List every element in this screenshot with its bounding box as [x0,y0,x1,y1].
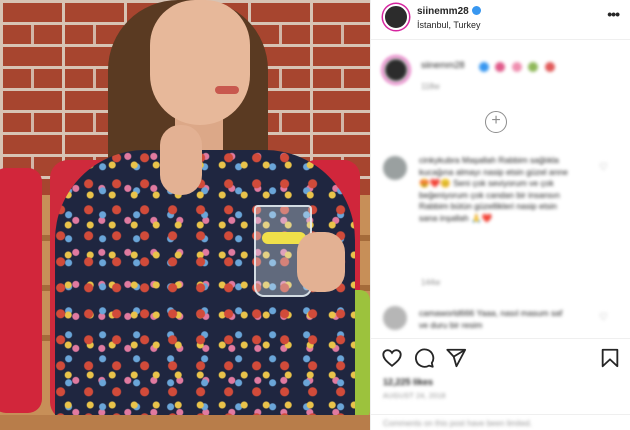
small-heart-icon[interactable]: ♡ [599,162,608,173]
emoji-icon [528,62,539,72]
caption-username[interactable]: siinemm28 [421,60,465,70]
comment-text: cinkykubra Maşallah Rabbim sağlıkla kuca… [419,155,568,223]
username-row[interactable]: siinemm28 [417,6,481,17]
woman-face [150,0,250,125]
comments-limited-notice: Comments on this post have been limited. [383,419,532,428]
username-link[interactable]: siinemm28 [417,6,469,17]
comment-avatar[interactable] [383,156,407,180]
more-options-icon[interactable]: ••• [607,6,620,22]
comment-text: camaworld666 Yaaa, nasıl masum saf ve du… [419,308,563,330]
paper-plane-icon[interactable] [445,347,467,369]
hand-holding-glass [297,232,345,292]
post-date: AUGUST 24, 2018 [383,393,446,400]
post-photo[interactable] [0,0,370,430]
red-cushion [0,168,42,413]
small-heart-icon[interactable]: ♡ [599,312,608,323]
verified-badge-icon [471,6,481,15]
caption-time: 118w [421,82,440,91]
comment-avatar[interactable] [383,306,407,330]
comment-bar: Comments on this post have been limited. [371,414,630,430]
emoji-icon [544,62,555,72]
table-edge [0,415,370,430]
bookmark-icon[interactable] [599,347,621,369]
location-link[interactable]: İstanbul, Turkey [417,20,481,30]
likes-count[interactable]: 12,225 likes [383,377,433,387]
emoji-icon [495,62,506,72]
heart-icon[interactable] [381,347,403,369]
post-header: siinemm28 İstanbul, Turkey ••• [371,0,630,40]
comment-time: 144w [421,278,441,287]
emoji-icon [511,62,522,72]
avatar[interactable] [383,4,409,30]
caption-avatar[interactable] [383,57,409,83]
action-bar: 12,225 likes AUGUST 24, 2018 Comments on… [371,338,630,430]
comment-icon[interactable] [413,347,435,369]
raised-hand [160,125,202,195]
post-side-panel: siinemm28 İstanbul, Turkey ••• siinemm28… [370,0,630,430]
plus-circle-icon[interactable]: + [485,111,507,133]
caption-emoji [479,59,557,77]
emoji-icon [479,62,489,72]
